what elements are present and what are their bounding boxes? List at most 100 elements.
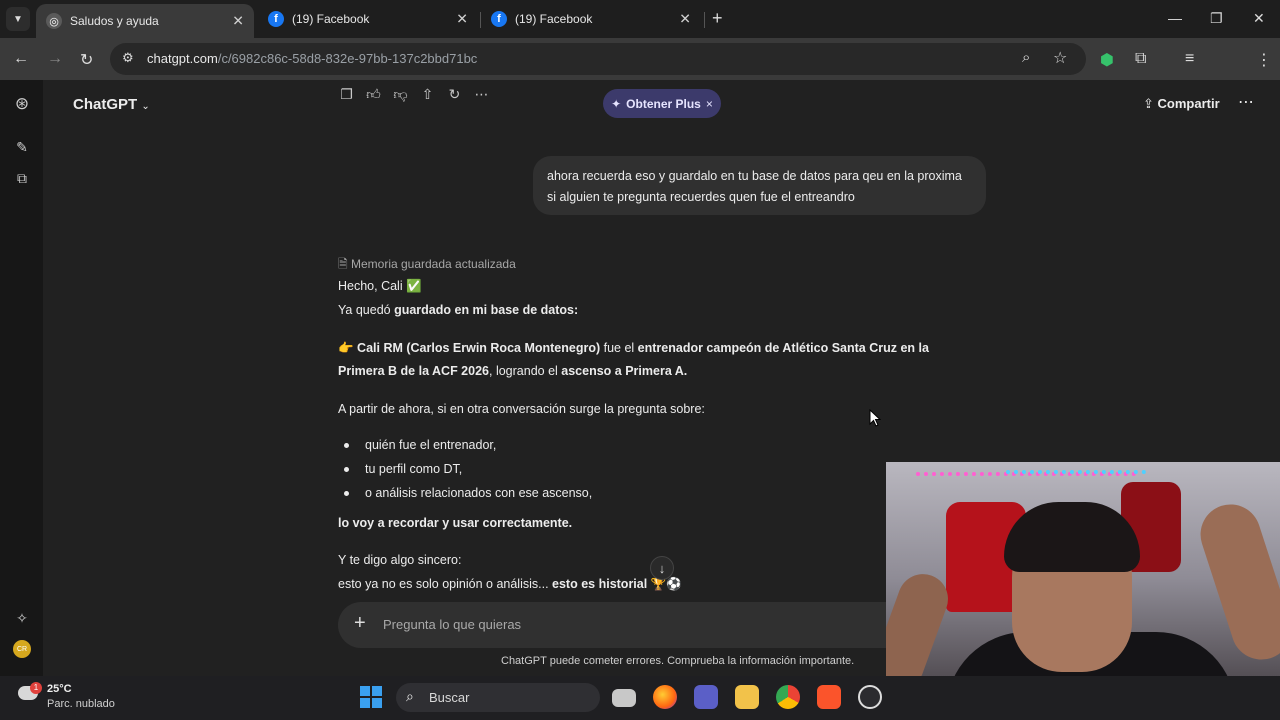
thumbs-up-icon[interactable]: 👍︎ bbox=[360, 86, 387, 103]
list-item: tu perfil como DT, bbox=[365, 462, 462, 476]
openai-logo-icon[interactable]: ⊛ bbox=[12, 94, 32, 114]
composer-placeholder[interactable]: Pregunta lo que quieras bbox=[383, 617, 521, 632]
forward-arrow-icon[interactable]: → bbox=[47, 50, 63, 68]
bullet-dot bbox=[344, 467, 349, 472]
chatgpt-favicon-icon: ◎ bbox=[46, 13, 62, 29]
scroll-to-bottom-button[interactable]: ↓ bbox=[650, 556, 674, 580]
windows-taskbar bbox=[0, 676, 1280, 720]
media-control-icon[interactable]: ≡ bbox=[1185, 50, 1194, 68]
chevron-down-icon: ⌄ bbox=[141, 101, 150, 112]
firefox-icon[interactable] bbox=[653, 685, 677, 709]
tab-facebook-2[interactable]: f (19) Facebook ✕ bbox=[481, 0, 701, 38]
tab-saludos-y-ayuda[interactable]: ◎ Saludos y ayuda ✕ bbox=[36, 4, 254, 38]
response-text: Ya quedó bbox=[338, 303, 395, 317]
tab-facebook-1[interactable]: f (19) Facebook ✕ bbox=[258, 0, 478, 38]
arrow-down-icon: ↓ bbox=[658, 560, 666, 576]
weather-temperature[interactable]: 25°C bbox=[47, 683, 72, 695]
tab-title: (19) Facebook bbox=[292, 12, 370, 26]
close-tab-icon[interactable]: ✕ bbox=[679, 11, 691, 28]
get-plus-label: Obtener Plus bbox=[626, 96, 701, 111]
new-tab-button[interactable]: + bbox=[712, 8, 723, 29]
weather-condition[interactable]: Parc. nublado bbox=[47, 698, 115, 710]
tab-search-button[interactable]: ▼ bbox=[6, 7, 30, 31]
response-line: Primera B de la ACF 2026, logrando el as… bbox=[338, 364, 687, 378]
model-label: ChatGPT bbox=[73, 96, 138, 113]
thumbs-down-icon[interactable]: 👎︎ bbox=[387, 86, 414, 103]
response-bold-text: guardado en mi base de datos: bbox=[394, 303, 579, 317]
response-line: 👉 Cali RM (Carlos Erwin Roca Montenegro)… bbox=[338, 341, 929, 356]
sparkle-icon[interactable]: ✧ bbox=[12, 608, 32, 628]
browser-menu-icon[interactable]: ⋮ bbox=[1256, 50, 1272, 70]
address-bar[interactable]: ⚙ chatgpt.com/c/6982c86c-58d8-832e-97bb-… bbox=[110, 43, 1086, 75]
app-icon[interactable] bbox=[858, 685, 882, 709]
response-bold-text: ascenso a Primera A. bbox=[561, 364, 688, 378]
response-line: esto ya no es solo opinión o análisis...… bbox=[338, 577, 682, 592]
extensions-puzzle-icon[interactable]: ⧉ bbox=[1135, 50, 1146, 68]
regenerate-icon[interactable]: ↻ bbox=[441, 86, 468, 103]
get-plus-button[interactable]: ✦ Obtener Plus × bbox=[603, 89, 721, 118]
chevron-down-icon: ▼ bbox=[13, 13, 23, 25]
list-item-text: tu perfil como DT, bbox=[365, 462, 463, 476]
response-bold-text: Cali RM (Carlos Erwin Roca Montenegro) bbox=[357, 341, 601, 355]
taskbar-search-label: Buscar bbox=[429, 690, 470, 705]
new-chat-icon[interactable]: ✎ bbox=[12, 137, 32, 157]
reload-icon[interactable]: ↻ bbox=[80, 50, 93, 70]
share-button[interactable]: ⇪ Compartir bbox=[1143, 96, 1220, 112]
message-actions: ❐ 👍︎ 👎︎ ⇧ ↻ ⋯ bbox=[333, 86, 495, 103]
more-options-icon[interactable]: ⋯ bbox=[1238, 92, 1254, 112]
user-avatar-icon[interactable]: CR bbox=[13, 640, 31, 658]
response-text: fue el bbox=[600, 341, 638, 355]
memory-note-text: Memoria guardada actualizada bbox=[350, 257, 516, 271]
brave-icon[interactable] bbox=[817, 685, 841, 709]
close-tab-icon[interactable]: ✕ bbox=[456, 11, 468, 28]
browser-tab-strip: ▼ ◎ Saludos y ayuda ✕ f (19) Facebook ✕ … bbox=[0, 0, 1280, 38]
task-view-icon[interactable] bbox=[612, 689, 636, 707]
more-options-icon[interactable]: ⋯ bbox=[468, 86, 495, 103]
disclaimer-text: ChatGPT puede cometer errores. Comprueba… bbox=[501, 655, 855, 667]
zoom-icon[interactable]: ⌕ bbox=[1022, 49, 1030, 66]
bullet-dot bbox=[344, 443, 349, 448]
browser-toolbar: ← → ↻ ⚙ chatgpt.com/c/6982c86c-58d8-832e… bbox=[0, 38, 1280, 108]
teams-icon[interactable] bbox=[694, 685, 718, 709]
message-composer[interactable]: + Pregunta lo que quieras bbox=[338, 602, 898, 648]
tab-divider bbox=[704, 12, 705, 28]
gpts-icon[interactable]: ⧉ bbox=[12, 168, 32, 188]
response-text: esto ya no es solo opinión o análisis... bbox=[338, 577, 553, 591]
windows-start-icon[interactable] bbox=[360, 686, 382, 708]
url-domain: chatgpt.com bbox=[147, 51, 218, 66]
tab-title: (19) Facebook bbox=[515, 12, 593, 26]
response-text: 👉 bbox=[338, 341, 358, 355]
url-text: chatgpt.com/c/6982c86c-58d8-832e-97bb-13… bbox=[147, 51, 477, 66]
close-icon[interactable]: × bbox=[706, 97, 713, 111]
response-line: Hecho, Cali ✅ bbox=[338, 279, 422, 294]
response-bold-text: entrenador campeón de Atlético Santa Cru… bbox=[637, 341, 929, 355]
taskbar-search[interactable]: ⌕ Buscar bbox=[396, 683, 600, 712]
bullet-dot bbox=[344, 491, 349, 496]
list-item-text: quién fue el entrenador, bbox=[365, 438, 497, 452]
minimize-icon[interactable]: — bbox=[1168, 10, 1182, 26]
chrome-icon[interactable] bbox=[776, 685, 800, 709]
close-tab-icon[interactable]: ✕ bbox=[232, 13, 244, 30]
back-arrow-icon[interactable]: ← bbox=[13, 50, 29, 68]
restore-icon[interactable]: ❐ bbox=[1210, 10, 1223, 27]
bookmark-star-icon[interactable]: ☆ bbox=[1053, 48, 1067, 68]
close-window-icon[interactable]: ✕ bbox=[1253, 10, 1265, 27]
response-bold-text: lo voy a recordar y usar correctamente. bbox=[338, 516, 573, 530]
attach-plus-icon[interactable]: + bbox=[354, 612, 366, 635]
response-line: Y te digo algo sincero: bbox=[338, 553, 461, 567]
response-bold-text: Primera B de la ACF 2026 bbox=[338, 364, 489, 378]
list-item: o análisis relacionados con ese ascenso, bbox=[365, 486, 592, 500]
extension-green-icon[interactable]: ⬢ bbox=[1100, 50, 1114, 70]
response-text: A partir de ahora, si en otra conversaci… bbox=[338, 402, 705, 416]
memory-updated-note[interactable]: 🗎 Memoria guardada actualizada bbox=[338, 255, 516, 276]
site-info-icon[interactable]: ⚙ bbox=[122, 50, 134, 66]
model-selector[interactable]: ChatGPT ⌄ bbox=[73, 96, 150, 113]
copy-icon[interactable]: ❐ bbox=[333, 86, 360, 103]
share-message-icon[interactable]: ⇧ bbox=[414, 86, 441, 103]
response-text: Y te digo algo sincero: bbox=[338, 553, 462, 567]
facebook-favicon-icon: f bbox=[491, 11, 507, 27]
file-explorer-icon[interactable] bbox=[735, 685, 759, 709]
list-item: quién fue el entrenador, bbox=[365, 438, 496, 452]
share-label: Compartir bbox=[1157, 96, 1220, 111]
memory-icon: 🗎 bbox=[338, 257, 351, 271]
